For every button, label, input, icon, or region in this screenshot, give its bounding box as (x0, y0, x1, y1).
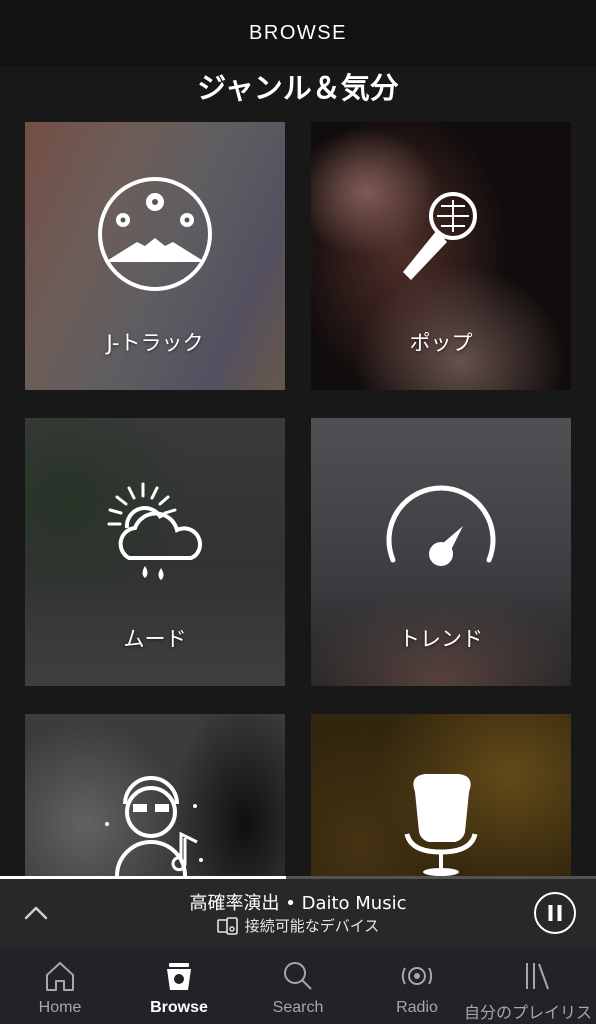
tab-label: Search (272, 999, 324, 1016)
browse-icon (167, 963, 191, 990)
tile-pop[interactable]: ポップ (311, 122, 571, 390)
tile-trend[interactable]: トレンド (311, 418, 571, 686)
tile-label: ムード (123, 627, 187, 651)
devices-icon (216, 916, 238, 935)
track-title: 高確率演出 (189, 893, 280, 914)
tab-search[interactable]: Search (238, 947, 358, 1024)
dj-headphones-icon (105, 776, 203, 876)
tile-label: ポップ (409, 331, 473, 355)
category-grid: J-トラック ポップ ムード トレンド (0, 0, 596, 1024)
tile-mood[interactable]: ムード (25, 418, 285, 686)
tab-label: Home (38, 999, 82, 1016)
tab-browse[interactable]: Browse (119, 947, 239, 1024)
now-playing-track[interactable]: 高確率演出 • Daito Music (90, 889, 506, 915)
bottom-tab-bar: Home Browse Search Radio 自分のプレイリスト (0, 947, 596, 1024)
tile-j-track[interactable]: J-トラック (25, 122, 285, 390)
pause-button[interactable] (533, 891, 577, 935)
search-icon (284, 962, 312, 990)
now-playing-bar[interactable]: 高確率演出 • Daito Music 接続可能なデバイス (0, 879, 596, 947)
tab-radio[interactable]: Radio (357, 947, 477, 1024)
tab-library[interactable]: 自分のプレイリスト (464, 947, 596, 1024)
tab-home[interactable]: Home (0, 947, 120, 1024)
tab-label: Radio (396, 999, 438, 1016)
tile-chill[interactable] (311, 714, 571, 876)
track-artist: Daito Music (301, 893, 407, 914)
device-connect[interactable]: 接続可能なデバイス (90, 915, 506, 936)
library-icon (526, 963, 549, 990)
egg-chair-icon (404, 774, 478, 876)
tab-label: Browse (150, 999, 208, 1016)
track-separator: • (279, 893, 302, 914)
radio-icon (401, 967, 433, 985)
tile-label: トレンド (399, 627, 483, 651)
chevron-up-icon[interactable] (22, 899, 50, 927)
device-label: 接続可能なデバイス (244, 917, 380, 935)
tile-label: J-トラック (106, 331, 204, 355)
home-icon (46, 962, 74, 991)
tile-hiphop[interactable] (25, 714, 285, 876)
tab-label: 自分のプレイリスト (464, 1005, 596, 1022)
